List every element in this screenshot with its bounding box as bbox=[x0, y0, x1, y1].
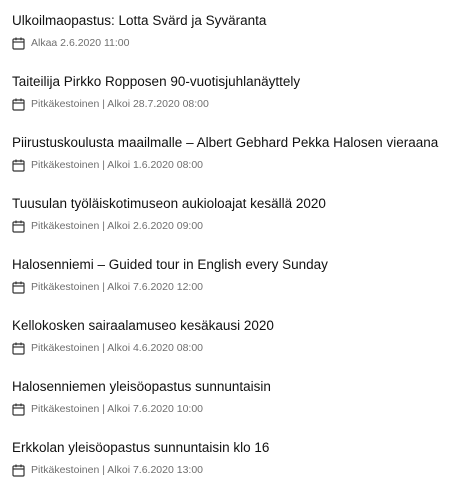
event-title-link[interactable]: Ulkoilmaopastus: Lotta Svärd ja Syvärant… bbox=[12, 11, 460, 30]
event-date: Pitkäkestoinen | Alkoi 7.6.2020 13:00 bbox=[31, 464, 204, 476]
list-item: Taiteilija Pirkko Ropposen 90-vuotisjuhl… bbox=[12, 72, 460, 133]
calendar-icon bbox=[12, 37, 25, 50]
calendar-icon bbox=[12, 159, 25, 172]
list-item: Halosenniemi – Guided tour in English ev… bbox=[12, 255, 460, 316]
event-date: Pitkäkestoinen | Alkoi 2.6.2020 09:00 bbox=[31, 220, 204, 232]
list-item: Ulkoilmaopastus: Lotta Svärd ja Syvärant… bbox=[12, 11, 460, 72]
event-date: Pitkäkestoinen | Alkoi 7.6.2020 12:00 bbox=[31, 281, 204, 293]
event-date: Pitkäkestoinen | Alkoi 4.6.2020 08:00 bbox=[31, 342, 204, 354]
event-meta: Alkaa 2.6.2020 11:00 bbox=[12, 35, 460, 51]
calendar-icon bbox=[12, 403, 25, 416]
list-item: Tuusulan työläiskotimuseon aukioloajat k… bbox=[12, 194, 460, 255]
calendar-icon bbox=[12, 342, 25, 355]
event-list: Ulkoilmaopastus: Lotta Svärd ja Syvärant… bbox=[0, 0, 460, 490]
list-item: Piirustuskoulusta maailmalle – Albert Ge… bbox=[12, 133, 460, 194]
calendar-icon bbox=[12, 281, 25, 294]
calendar-icon bbox=[12, 98, 25, 111]
list-item: Kellokosken sairaalamuseo kesäkausi 2020… bbox=[12, 316, 460, 377]
event-meta: Pitkäkestoinen | Alkoi 7.6.2020 13:00 bbox=[12, 462, 460, 478]
event-date: Pitkäkestoinen | Alkoi 28.7.2020 08:00 bbox=[31, 98, 209, 110]
event-meta: Pitkäkestoinen | Alkoi 1.6.2020 08:00 bbox=[12, 157, 460, 173]
event-meta: Pitkäkestoinen | Alkoi 4.6.2020 08:00 bbox=[12, 340, 460, 356]
calendar-icon bbox=[12, 220, 25, 233]
event-title-link[interactable]: Taiteilija Pirkko Ropposen 90-vuotisjuhl… bbox=[12, 72, 460, 91]
event-meta: Pitkäkestoinen | Alkoi 28.7.2020 08:00 bbox=[12, 96, 460, 112]
event-title-link[interactable]: Erkkolan yleisöopastus sunnuntaisin klo … bbox=[12, 438, 460, 457]
event-title-link[interactable]: Halosenniemen yleisöopastus sunnuntaisin bbox=[12, 377, 460, 396]
list-item: Halosenniemen yleisöopastus sunnuntaisin… bbox=[12, 377, 460, 438]
event-title-link[interactable]: Piirustuskoulusta maailmalle – Albert Ge… bbox=[12, 133, 460, 152]
event-meta: Pitkäkestoinen | Alkoi 7.6.2020 10:00 bbox=[12, 401, 460, 417]
event-date: Pitkäkestoinen | Alkoi 7.6.2020 10:00 bbox=[31, 403, 204, 415]
event-date: Alkaa 2.6.2020 11:00 bbox=[31, 37, 130, 49]
event-date: Pitkäkestoinen | Alkoi 1.6.2020 08:00 bbox=[31, 159, 204, 171]
event-meta: Pitkäkestoinen | Alkoi 7.6.2020 12:00 bbox=[12, 279, 460, 295]
event-title-link[interactable]: Halosenniemi – Guided tour in English ev… bbox=[12, 255, 460, 274]
calendar-icon bbox=[12, 464, 25, 477]
event-meta: Pitkäkestoinen | Alkoi 2.6.2020 09:00 bbox=[12, 218, 460, 234]
event-title-link[interactable]: Tuusulan työläiskotimuseon aukioloajat k… bbox=[12, 194, 460, 213]
event-title-link[interactable]: Kellokosken sairaalamuseo kesäkausi 2020 bbox=[12, 316, 460, 335]
